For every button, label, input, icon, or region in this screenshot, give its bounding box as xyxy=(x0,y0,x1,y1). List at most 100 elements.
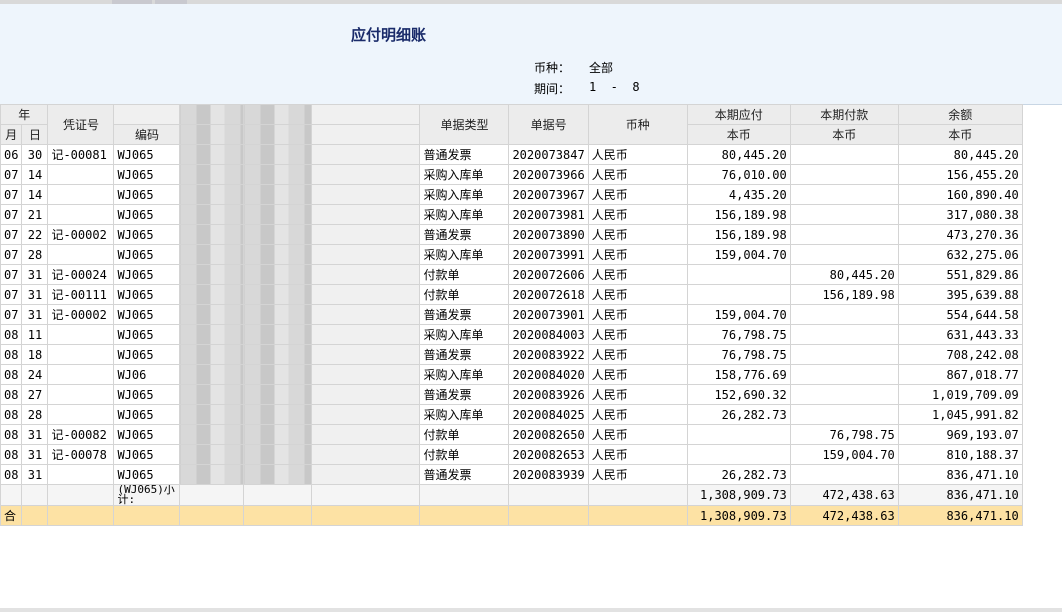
doc-type-cell: 付款单 xyxy=(419,284,510,305)
day-cell: 27 xyxy=(21,384,49,405)
day-cell: 22 xyxy=(21,224,49,245)
balance-cell: 554,644.58 xyxy=(897,304,1023,325)
redacted-cell xyxy=(179,284,245,305)
table-row[interactable]: 08 31 记-00082 WJ065 付款单 2020082650 人民币 76,798.7… xyxy=(0,424,1023,445)
voucher-cell xyxy=(47,364,115,385)
payable-cell: 80,445.20 xyxy=(686,144,791,165)
currency-label: 币种： xyxy=(534,61,571,75)
code-cell: WJ065 xyxy=(113,424,181,445)
col-paid-group[interactable]: 本期付款 xyxy=(789,104,899,125)
redacted-cell xyxy=(179,204,245,225)
redacted-cell xyxy=(179,264,245,285)
month-cell: 08 xyxy=(0,384,23,405)
code-cell: WJ065 xyxy=(113,384,181,405)
table-row[interactable]: 07 14 WJ065 采购入库单 2020073967 人民币 4,435.20 160,8… xyxy=(0,184,1023,205)
doc-no-cell: 2020082650 xyxy=(508,424,589,445)
redacted-cell xyxy=(311,324,421,345)
bottom-scrollbar[interactable] xyxy=(0,608,1062,612)
currency-cell: 人民币 xyxy=(587,284,688,305)
subtotal-cell xyxy=(0,484,23,506)
paid-cell xyxy=(789,144,899,165)
redacted-cell xyxy=(243,164,313,185)
table-row[interactable]: 08 11 WJ065 采购入库单 2020084003 人民币 76,798.75 631,… xyxy=(0,324,1023,345)
subtotal-row[interactable]: (WJ065)小计: 1,308,909.73 472,438.63 836,471.… xyxy=(0,484,1023,506)
table-row[interactable]: 07 22 记-00002 WJ065 普通发票 2020073890 人民币 156,189… xyxy=(0,224,1023,245)
day-cell: 31 xyxy=(21,284,49,305)
doc-type-cell: 采购入库单 xyxy=(419,204,510,225)
ledger-grid[interactable]: 年 凭证号 单据类型 单据号 币种 本期应付 本期付款 余额 月 日 编码 本币… xyxy=(0,104,1023,526)
col-doc-type[interactable]: 单据类型 xyxy=(419,104,510,145)
table-row[interactable]: 07 31 记-00002 WJ065 普通发票 2020073901 人民币 159,004… xyxy=(0,304,1023,325)
voucher-cell: 记-00024 xyxy=(47,264,115,285)
doc-no-cell: 2020084003 xyxy=(508,324,589,345)
table-row[interactable]: 07 21 WJ065 采购入库单 2020073981 人民币 156,189.98 317… xyxy=(0,204,1023,225)
redacted-cell xyxy=(311,144,421,165)
subtotal-cell xyxy=(47,484,115,506)
table-row[interactable]: 06 30 记-00081 WJ065 普通发票 2020073847 人民币 80,445.… xyxy=(0,144,1023,165)
doc-type-cell: 采购入库单 xyxy=(419,184,510,205)
redacted-cell xyxy=(179,364,245,385)
payable-cell: 76,798.75 xyxy=(686,344,791,365)
doc-type-cell: 采购入库单 xyxy=(419,164,510,185)
col-currency[interactable]: 币种 xyxy=(587,104,688,145)
col-voucher[interactable]: 凭证号 xyxy=(47,104,115,145)
redacted-cell xyxy=(311,444,421,465)
paid-cell: 156,189.98 xyxy=(789,284,899,305)
redacted-cell xyxy=(179,404,245,425)
table-row[interactable]: 08 28 WJ065 采购入库单 2020084025 人民币 26,282.73 1,04… xyxy=(0,404,1023,425)
table-row[interactable]: 07 31 记-00024 WJ065 付款单 2020072606 人民币 80,445.2… xyxy=(0,264,1023,285)
currency-cell: 人民币 xyxy=(587,144,688,165)
table-row[interactable]: 08 18 WJ065 普通发票 2020083922 人民币 76,798.75 708,2… xyxy=(0,344,1023,365)
day-cell: 31 xyxy=(21,304,49,325)
total-row[interactable]: 合 1,308,909.73 472,438.63 836,471.10 xyxy=(0,505,1023,526)
month-cell: 07 xyxy=(0,224,23,245)
month-cell: 07 xyxy=(0,244,23,265)
voucher-cell: 记-00082 xyxy=(47,424,115,445)
col-balance-group[interactable]: 余额 xyxy=(897,104,1023,125)
doc-no-cell: 2020084020 xyxy=(508,364,589,385)
code-cell: WJ065 xyxy=(113,224,181,245)
table-row[interactable]: 08 31 记-00078 WJ065 付款单 2020082653 人民币 159,004.… xyxy=(0,444,1023,465)
paid-cell xyxy=(789,364,899,385)
code-cell: WJ065 xyxy=(113,404,181,425)
table-row[interactable]: 08 24 WJ06 采购入库单 2020084020 人民币 158,776.69 867,… xyxy=(0,364,1023,385)
col-code[interactable]: 编码 xyxy=(113,124,181,145)
doc-no-cell: 2020084025 xyxy=(508,404,589,425)
total-cell xyxy=(179,505,245,526)
col-payable-group[interactable]: 本期应付 xyxy=(686,104,791,125)
code-cell: WJ065 xyxy=(113,304,181,325)
redacted-cell xyxy=(179,444,245,465)
redacted-cell xyxy=(311,244,421,265)
redacted-cell xyxy=(243,304,313,325)
day-cell: 28 xyxy=(21,404,49,425)
balance-cell: 551,829.86 xyxy=(897,264,1023,285)
doc-no-cell: 2020073966 xyxy=(508,164,589,185)
doc-no-cell: 2020083926 xyxy=(508,384,589,405)
table-row[interactable]: 08 31 WJ065 普通发票 2020083939 人民币 26,282.73 836,4… xyxy=(0,464,1023,485)
table-row[interactable]: 07 31 记-00111 WJ065 付款单 2020072618 人民币 156,189.… xyxy=(0,284,1023,305)
table-row[interactable]: 07 14 WJ065 采购入库单 2020073966 人民币 76,010.00 156,… xyxy=(0,164,1023,185)
paid-cell xyxy=(789,184,899,205)
redacted-cell xyxy=(311,404,421,425)
code-cell: WJ065 xyxy=(113,284,181,305)
subtotal-balance: 836,471.10 xyxy=(897,484,1023,506)
balance-cell: 867,018.77 xyxy=(897,364,1023,385)
code-cell: WJ065 xyxy=(113,344,181,365)
table-row[interactable]: 07 28 WJ065 采购入库单 2020073991 人民币 159,004.70 632… xyxy=(0,244,1023,265)
balance-cell: 632,275.06 xyxy=(897,244,1023,265)
currency-cell: 人民币 xyxy=(587,184,688,205)
col-doc-no[interactable]: 单据号 xyxy=(508,104,589,145)
redacted-cell xyxy=(311,464,421,485)
paid-cell xyxy=(789,204,899,225)
table-row[interactable]: 08 27 WJ065 普通发票 2020083926 人民币 152,690.32 1,01… xyxy=(0,384,1023,405)
col-hidden xyxy=(113,104,181,125)
col-payable-base: 本币 xyxy=(686,124,791,145)
code-cell: WJ065 xyxy=(113,144,181,165)
payable-cell: 156,189.98 xyxy=(686,204,791,225)
currency-cell: 人民币 xyxy=(587,444,688,465)
payable-cell: 152,690.32 xyxy=(686,384,791,405)
redacted-cell xyxy=(179,344,245,365)
voucher-cell xyxy=(47,384,115,405)
paid-cell xyxy=(789,224,899,245)
col-day: 日 xyxy=(21,124,49,145)
